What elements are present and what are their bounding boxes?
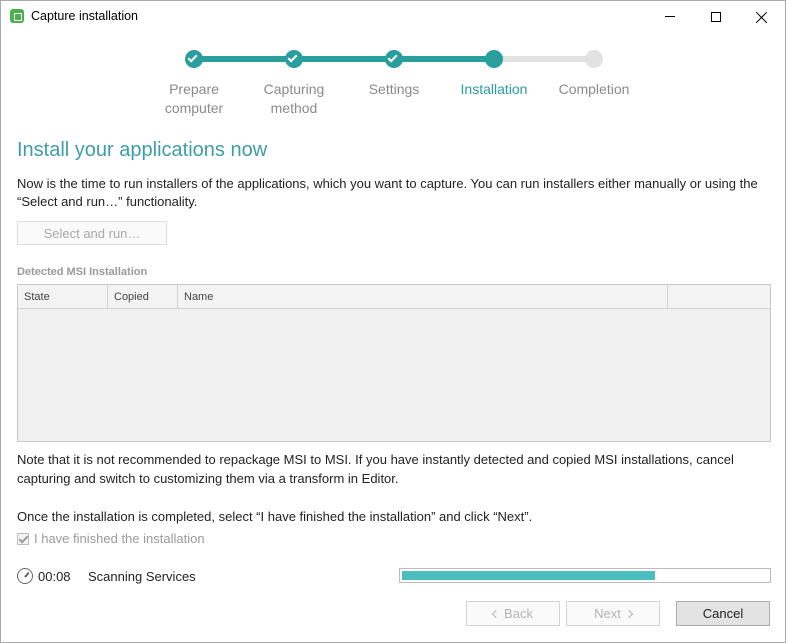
step-label-prepare-computer: Prepare computer <box>164 81 224 116</box>
step-dot-prepare-computer <box>185 50 203 68</box>
minimize-button[interactable] <box>647 1 693 32</box>
back-button-label: Back <box>504 606 533 621</box>
step-label-capturing-method: Capturing method <box>263 81 325 116</box>
finished-installation-label[interactable]: I have finished the installation <box>34 531 205 546</box>
step-dot-settings <box>385 50 403 68</box>
progress-bar <box>399 568 771 583</box>
check-icon <box>187 52 198 63</box>
progress-fill <box>402 571 655 580</box>
status-text: Scanning Services <box>88 569 196 584</box>
elapsed-time: 00:08 <box>38 569 71 584</box>
stepper-track-remaining <box>494 56 594 62</box>
column-header-extra[interactable] <box>668 285 770 309</box>
timer-icon <box>17 568 33 584</box>
stepper-track-completed <box>194 56 494 62</box>
step-dot-installation <box>485 50 503 68</box>
chevron-right-icon <box>624 609 634 618</box>
maximize-button[interactable] <box>693 1 739 32</box>
close-icon <box>756 11 768 23</box>
column-header-copied[interactable]: Copied <box>108 285 178 309</box>
next-button-label: Next <box>594 606 621 621</box>
cancel-button[interactable]: Cancel <box>676 601 770 626</box>
close-button[interactable] <box>739 1 785 32</box>
column-header-state[interactable]: State <box>18 285 108 309</box>
page-description: Now is the time to run installers of the… <box>17 176 758 209</box>
detected-msi-table[interactable]: State Copied Name <box>17 284 771 442</box>
next-button[interactable]: Next <box>566 601 660 626</box>
table-header: State Copied Name <box>18 285 770 309</box>
step-label-settings: Settings <box>368 81 420 97</box>
column-header-name[interactable]: Name <box>178 285 668 309</box>
select-and-run-button[interactable]: Select and run… <box>17 221 167 245</box>
step-dot-capturing-method <box>285 50 303 68</box>
finished-installation-checkbox[interactable] <box>17 533 29 545</box>
title-bar: Capture installation <box>1 1 785 32</box>
step-label-completion: Completion <box>558 81 630 97</box>
window-title: Capture installation <box>31 9 139 23</box>
back-button[interactable]: Back <box>466 601 560 626</box>
capture-installation-window: Capture installation Prepare computer Ca… <box>0 0 786 643</box>
minimize-icon <box>665 16 675 17</box>
cancel-button-label: Cancel <box>702 606 744 621</box>
check-icon <box>287 52 298 63</box>
app-logo-icon <box>10 9 24 23</box>
check-icon <box>387 52 398 63</box>
chevron-left-icon <box>491 609 501 618</box>
detected-msi-section-label: Detected MSI Installation <box>17 266 148 278</box>
step-label-installation: Installation <box>460 81 528 97</box>
maximize-icon <box>711 11 721 22</box>
step-dot-completion <box>585 50 603 68</box>
completion-instruction: Once the installation is completed, sele… <box>17 509 533 524</box>
page-title: Install your applications now <box>17 139 268 161</box>
msi-repackage-note: Note that it is not recommended to repac… <box>17 452 734 486</box>
